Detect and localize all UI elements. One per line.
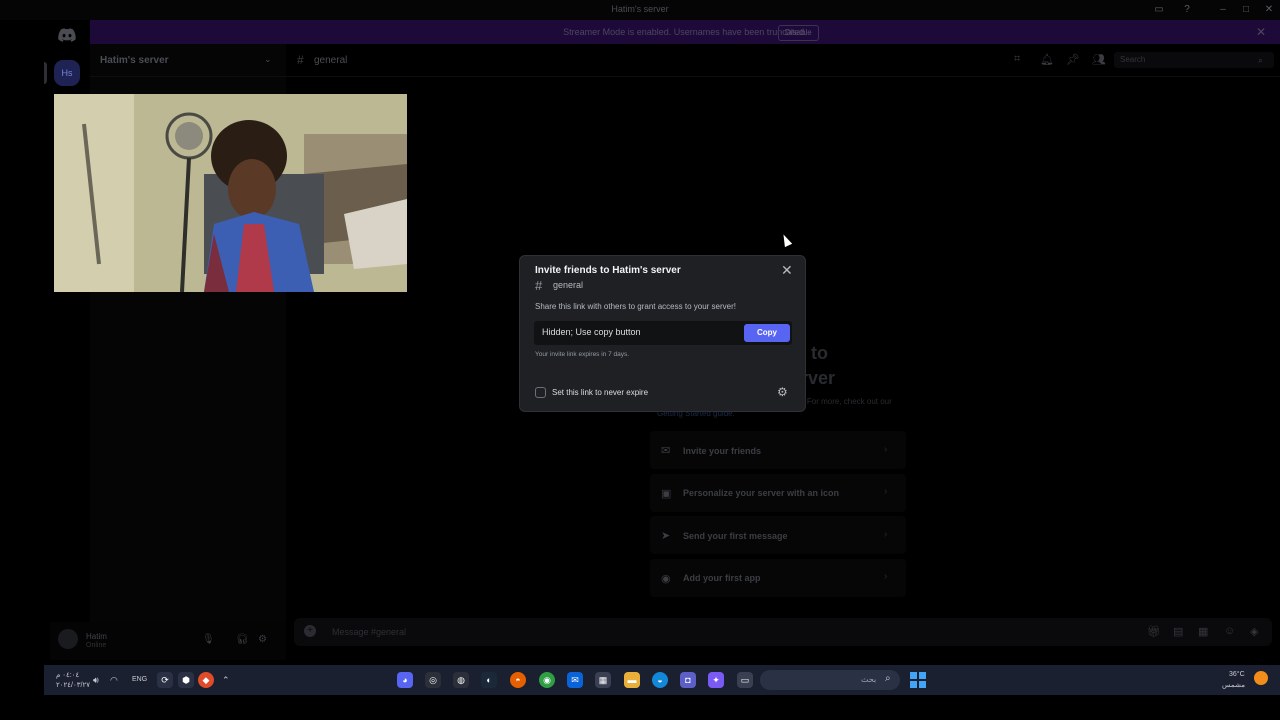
invite-link-value: Hidden; Use copy button — [542, 327, 641, 337]
gift-icon[interactable]: 🎁︎ — [1147, 625, 1161, 638]
pin-icon[interactable]: 📌︎ — [1066, 53, 1080, 66]
user-name: Hatim — [86, 632, 107, 641]
never-expire-checkbox[interactable] — [535, 387, 546, 398]
banner-message: Streamer Mode is enabled. Usernames have… — [563, 27, 807, 37]
language-indicator[interactable]: ENG — [132, 676, 147, 683]
modal-channel-name: general — [553, 280, 584, 290]
taskbar-chrome-icon[interactable]: ◉ — [539, 672, 555, 688]
headphones-icon[interactable]: 🎧︎ — [236, 634, 249, 645]
header-divider — [90, 76, 1280, 77]
taskbar-store-icon[interactable]: ▦ — [595, 672, 611, 688]
taskbar-copilot-icon[interactable]: ✦ — [708, 672, 724, 688]
taskbar-firefox-icon[interactable]: ◓ — [510, 672, 526, 688]
search-placeholder: Search — [1120, 55, 1146, 64]
help-icon[interactable]: ? — [1180, 3, 1194, 17]
taskbar-date: ٢٠٢٤/٠٣/٢٧ — [56, 682, 90, 689]
server-icon[interactable]: Hs — [54, 60, 80, 86]
taskbar-teams-icon[interactable]: ◘ — [680, 672, 696, 688]
close-banner-icon[interactable]: ✕ — [1256, 25, 1266, 39]
channel-header-name: general — [314, 55, 348, 66]
inbox-icon[interactable]: ▭ — [1152, 3, 1166, 17]
taskbar-edge-icon[interactable]: ◒ — [652, 672, 668, 688]
gear-icon[interactable]: ⚙ — [258, 634, 267, 645]
taskbar-search-box[interactable] — [760, 670, 900, 690]
tray-brave-icon[interactable]: ◆ — [198, 672, 214, 688]
taskbar-task-view-icon[interactable]: ▭ — [737, 672, 753, 688]
title-bar: Hatim's server ▭ ? – □ ✕ — [0, 0, 1280, 20]
weather-temp[interactable]: 36°C — [1229, 671, 1245, 678]
webcam-person-image — [54, 94, 407, 292]
selected-server-indicator — [44, 62, 47, 84]
channel-hash-icon: # — [535, 278, 543, 293]
tray-app-icon[interactable]: ⟳ — [157, 672, 173, 688]
taskbar-steam-icon[interactable]: ◐ — [481, 672, 497, 688]
user-status: Online — [86, 642, 107, 649]
apps-icon[interactable]: ◈ — [1250, 625, 1258, 638]
expire-note: Your invite link expires in 7 days. — [535, 351, 630, 358]
copy-button[interactable]: Copy — [744, 324, 790, 342]
add-attachment-icon[interactable]: + — [304, 625, 316, 637]
search-icon: ⌕ — [1258, 55, 1264, 65]
taskbar-outlook-icon[interactable]: ✉ — [567, 672, 583, 688]
composer-placeholder: Message #general — [332, 627, 407, 637]
volume-icon[interactable]: 🔊︎ — [93, 675, 99, 686]
sticker-icon[interactable]: ▦ — [1198, 625, 1208, 638]
streamer-mode-banner: Streamer Mode is enabled. Usernames have… — [90, 20, 1280, 44]
step-label: Personalize your server with an icon — [683, 488, 840, 498]
never-expire-label[interactable]: Set this link to never expire — [552, 388, 648, 397]
chevron-down-icon[interactable]: ⌄ — [264, 54, 272, 65]
microphone-icon[interactable]: 🎙︎ — [202, 634, 215, 645]
welcome-title-line1: to — [811, 343, 828, 363]
emoji-icon[interactable]: ☺ — [1224, 625, 1235, 637]
send-icon: ➤ — [661, 530, 671, 542]
message-composer[interactable] — [294, 618, 1272, 646]
gif-icon[interactable]: ▤ — [1173, 625, 1183, 638]
channel-hash-icon: # — [297, 53, 304, 67]
chevron-right-icon: › — [884, 444, 888, 455]
bell-icon[interactable]: 🔔︎ — [1040, 53, 1054, 66]
taskbar-discord-icon[interactable]: ◕ — [397, 672, 413, 688]
maximize-icon[interactable]: □ — [1239, 3, 1253, 17]
search-icon: ⌕ — [885, 673, 891, 684]
wifi-icon[interactable]: ◠ — [110, 675, 118, 686]
weather-desc[interactable]: مشمس — [1222, 681, 1245, 689]
taskbar-obs-icon[interactable]: ◎ — [425, 672, 441, 688]
avatar[interactable] — [58, 629, 78, 649]
members-icon[interactable]: 👥︎ — [1092, 53, 1106, 66]
close-icon[interactable]: ✕ — [781, 262, 793, 279]
chevron-right-icon: › — [884, 529, 888, 540]
modal-description: Share this link with others to grant acc… — [535, 302, 736, 311]
chevron-right-icon: › — [884, 486, 888, 497]
gamepad-icon: ◉ — [661, 573, 671, 585]
disable-streamer-button[interactable]: Disable — [778, 25, 819, 41]
windows-start-icon[interactable] — [910, 672, 926, 688]
user-panel — [50, 622, 286, 660]
step-label: Invite your friends — [683, 446, 762, 456]
chevron-right-icon: › — [884, 571, 888, 582]
step-label: Add your first app — [683, 573, 761, 583]
minimize-icon[interactable]: – — [1216, 3, 1230, 17]
taskbar-file-explorer-icon[interactable]: ▬ — [624, 672, 640, 688]
weather-sun-icon[interactable] — [1254, 671, 1268, 685]
taskbar-app-icon[interactable]: ◍ — [453, 672, 469, 688]
threads-icon[interactable]: ⌗ — [1014, 53, 1020, 66]
window-title: Hatim's server — [611, 4, 669, 14]
step-label: Send your first message — [683, 531, 788, 541]
invite-icon: ✉ — [661, 445, 671, 457]
webcam-overlay — [54, 94, 407, 292]
show-hidden-icons-chevron-icon[interactable]: ⌃ — [222, 675, 230, 686]
discord-home-icon[interactable] — [58, 28, 76, 42]
close-window-icon[interactable]: ✕ — [1262, 3, 1276, 17]
taskbar-time: ٠٤:٠٤ م — [56, 672, 80, 679]
taskbar-search-placeholder: بحث — [861, 675, 877, 684]
tray-shield-icon[interactable]: ⬢ — [178, 672, 194, 688]
server-name[interactable]: Hatim's server — [100, 55, 169, 66]
mouse-cursor-icon — [779, 232, 793, 248]
link-settings-gear-icon[interactable]: ⚙ — [777, 385, 788, 399]
welcome-title-line2: rver — [801, 368, 836, 388]
personalize-icon: ▣ — [661, 488, 672, 500]
modal-title: Invite friends to Hatim's server — [535, 265, 681, 276]
